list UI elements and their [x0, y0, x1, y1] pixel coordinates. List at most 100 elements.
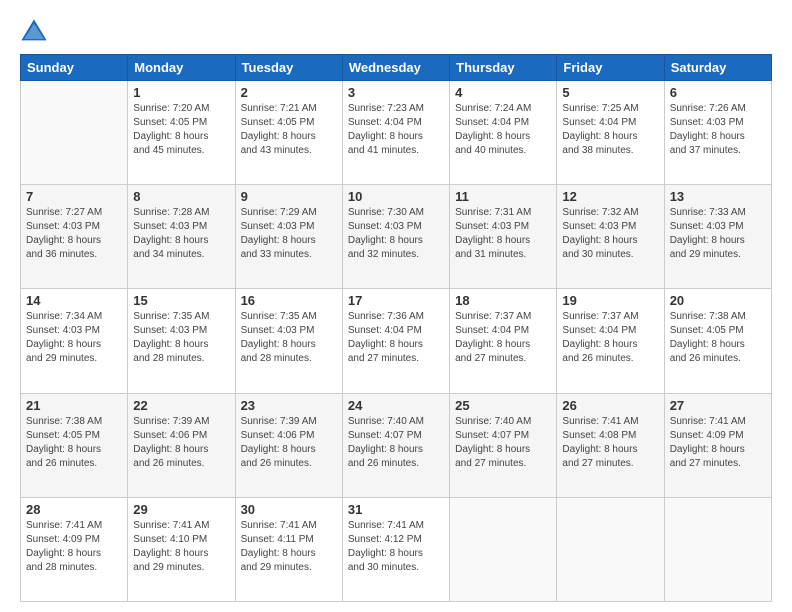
day-number: 29	[133, 502, 229, 517]
day-number: 4	[455, 85, 551, 100]
day-info: Sunrise: 7:34 AM Sunset: 4:03 PM Dayligh…	[26, 310, 122, 366]
day-number: 13	[670, 189, 766, 204]
day-number: 5	[562, 85, 658, 100]
calendar-week-1: 1 Sunrise: 7:20 AM Sunset: 4:05 PM Daylig…	[21, 81, 772, 185]
weekday-thursday: Thursday	[450, 55, 557, 81]
table-row: 26 Sunrise: 7:41 AM Sunset: 4:08 PM Dayli…	[557, 393, 664, 497]
weekday-sunday: Sunday	[21, 55, 128, 81]
day-info: Sunrise: 7:41 AM Sunset: 4:12 PM Dayligh…	[348, 519, 444, 575]
day-info: Sunrise: 7:25 AM Sunset: 4:04 PM Dayligh…	[562, 102, 658, 158]
table-row: 13 Sunrise: 7:33 AM Sunset: 4:03 PM Dayli…	[664, 185, 771, 289]
weekday-monday: Monday	[128, 55, 235, 81]
table-row	[557, 497, 664, 601]
day-number: 17	[348, 293, 444, 308]
table-row: 10 Sunrise: 7:30 AM Sunset: 4:03 PM Dayli…	[342, 185, 449, 289]
table-row: 2Sunrise: 7:21 AM Sunset: 4:05 PM Daylig…	[235, 81, 342, 185]
table-row	[664, 497, 771, 601]
table-row: 1 Sunrise: 7:20 AM Sunset: 4:05 PM Daylig…	[128, 81, 235, 185]
table-row: 15 Sunrise: 7:35 AM Sunset: 4:03 PM Dayli…	[128, 289, 235, 393]
day-number: 30	[241, 502, 337, 517]
day-number: 3	[348, 85, 444, 100]
table-row: 24 Sunrise: 7:40 AM Sunset: 4:07 PM Dayli…	[342, 393, 449, 497]
table-row: 3 Sunrise: 7:23 AM Sunset: 4:04 PM Daylig…	[342, 81, 449, 185]
day-info: Sunrise: 7:41 AM Sunset: 4:09 PM Dayligh…	[26, 519, 122, 575]
day-info: Sunrise: 7:37 AM Sunset: 4:04 PM Dayligh…	[562, 310, 658, 366]
day-info: Sunrise: 7:21 AM Sunset: 4:05 PM Dayligh…	[241, 102, 337, 158]
day-info: Sunrise: 7:40 AM Sunset: 4:07 PM Dayligh…	[455, 415, 551, 471]
table-row	[450, 497, 557, 601]
calendar-table: SundayMondayTuesdayWednesdayThursdayFrid…	[20, 54, 772, 602]
weekday-header-row: SundayMondayTuesdayWednesdayThursdayFrid…	[21, 55, 772, 81]
day-info: Sunrise: 7:33 AM Sunset: 4:03 PM Dayligh…	[670, 206, 766, 262]
weekday-friday: Friday	[557, 55, 664, 81]
day-info: Sunrise: 7:41 AM Sunset: 4:08 PM Dayligh…	[562, 415, 658, 471]
day-number: 26	[562, 398, 658, 413]
day-number: 1	[133, 85, 229, 100]
day-info: Sunrise: 7:39 AM Sunset: 4:06 PM Dayligh…	[133, 415, 229, 471]
day-number: 25	[455, 398, 551, 413]
day-number: 16	[241, 293, 337, 308]
day-info: Sunrise: 7:35 AM Sunset: 4:03 PM Dayligh…	[241, 310, 337, 366]
day-info: Sunrise: 7:36 AM Sunset: 4:04 PM Dayligh…	[348, 310, 444, 366]
day-number: 22	[133, 398, 229, 413]
table-row: 29Sunrise: 7:41 AM Sunset: 4:10 PM Dayli…	[128, 497, 235, 601]
day-info: Sunrise: 7:28 AM Sunset: 4:03 PM Dayligh…	[133, 206, 229, 262]
day-info: Sunrise: 7:20 AM Sunset: 4:05 PM Dayligh…	[133, 102, 229, 158]
day-info: Sunrise: 7:41 AM Sunset: 4:09 PM Dayligh…	[670, 415, 766, 471]
weekday-tuesday: Tuesday	[235, 55, 342, 81]
calendar-week-4: 21Sunrise: 7:38 AM Sunset: 4:05 PM Dayli…	[21, 393, 772, 497]
table-row: 27 Sunrise: 7:41 AM Sunset: 4:09 PM Dayli…	[664, 393, 771, 497]
day-number: 10	[348, 189, 444, 204]
logo	[20, 18, 52, 46]
logo-icon	[20, 18, 48, 46]
day-info: Sunrise: 7:40 AM Sunset: 4:07 PM Dayligh…	[348, 415, 444, 471]
day-info: Sunrise: 7:38 AM Sunset: 4:05 PM Dayligh…	[26, 415, 122, 471]
day-info: Sunrise: 7:32 AM Sunset: 4:03 PM Dayligh…	[562, 206, 658, 262]
day-number: 9	[241, 189, 337, 204]
table-row: 4 Sunrise: 7:24 AM Sunset: 4:04 PM Daylig…	[450, 81, 557, 185]
table-row: 6 Sunrise: 7:26 AM Sunset: 4:03 PM Daylig…	[664, 81, 771, 185]
day-number: 11	[455, 189, 551, 204]
day-number: 6	[670, 85, 766, 100]
day-info: Sunrise: 7:31 AM Sunset: 4:03 PM Dayligh…	[455, 206, 551, 262]
day-info: Sunrise: 7:30 AM Sunset: 4:03 PM Dayligh…	[348, 206, 444, 262]
day-number: 19	[562, 293, 658, 308]
table-row: 11 Sunrise: 7:31 AM Sunset: 4:03 PM Dayli…	[450, 185, 557, 289]
table-row: 7 Sunrise: 7:27 AM Sunset: 4:03 PM Daylig…	[21, 185, 128, 289]
table-row: 18 Sunrise: 7:37 AM Sunset: 4:04 PM Dayli…	[450, 289, 557, 393]
calendar-week-3: 14 Sunrise: 7:34 AM Sunset: 4:03 PM Dayli…	[21, 289, 772, 393]
table-row: 21Sunrise: 7:38 AM Sunset: 4:05 PM Dayli…	[21, 393, 128, 497]
calendar-week-2: 7 Sunrise: 7:27 AM Sunset: 4:03 PM Daylig…	[21, 185, 772, 289]
day-info: Sunrise: 7:39 AM Sunset: 4:06 PM Dayligh…	[241, 415, 337, 471]
weekday-saturday: Saturday	[664, 55, 771, 81]
page: SundayMondayTuesdayWednesdayThursdayFrid…	[0, 0, 792, 612]
day-number: 15	[133, 293, 229, 308]
day-number: 14	[26, 293, 122, 308]
table-row	[21, 81, 128, 185]
table-row: 14 Sunrise: 7:34 AM Sunset: 4:03 PM Dayli…	[21, 289, 128, 393]
day-info: Sunrise: 7:27 AM Sunset: 4:03 PM Dayligh…	[26, 206, 122, 262]
table-row: 17 Sunrise: 7:36 AM Sunset: 4:04 PM Dayli…	[342, 289, 449, 393]
day-number: 24	[348, 398, 444, 413]
day-number: 18	[455, 293, 551, 308]
weekday-wednesday: Wednesday	[342, 55, 449, 81]
table-row: 23Sunrise: 7:39 AM Sunset: 4:06 PM Dayli…	[235, 393, 342, 497]
day-info: Sunrise: 7:37 AM Sunset: 4:04 PM Dayligh…	[455, 310, 551, 366]
table-row: 16 Sunrise: 7:35 AM Sunset: 4:03 PM Dayli…	[235, 289, 342, 393]
day-info: Sunrise: 7:35 AM Sunset: 4:03 PM Dayligh…	[133, 310, 229, 366]
day-info: Sunrise: 7:24 AM Sunset: 4:04 PM Dayligh…	[455, 102, 551, 158]
table-row: 30Sunrise: 7:41 AM Sunset: 4:11 PM Dayli…	[235, 497, 342, 601]
table-row: 9Sunrise: 7:29 AM Sunset: 4:03 PM Daylig…	[235, 185, 342, 289]
table-row: 31Sunrise: 7:41 AM Sunset: 4:12 PM Dayli…	[342, 497, 449, 601]
day-number: 20	[670, 293, 766, 308]
table-row: 12 Sunrise: 7:32 AM Sunset: 4:03 PM Dayli…	[557, 185, 664, 289]
day-info: Sunrise: 7:26 AM Sunset: 4:03 PM Dayligh…	[670, 102, 766, 158]
table-row: 8Sunrise: 7:28 AM Sunset: 4:03 PM Daylig…	[128, 185, 235, 289]
day-number: 12	[562, 189, 658, 204]
day-number: 7	[26, 189, 122, 204]
header	[20, 18, 772, 46]
table-row: 19 Sunrise: 7:37 AM Sunset: 4:04 PM Dayli…	[557, 289, 664, 393]
day-number: 27	[670, 398, 766, 413]
table-row: 28Sunrise: 7:41 AM Sunset: 4:09 PM Dayli…	[21, 497, 128, 601]
day-info: Sunrise: 7:23 AM Sunset: 4:04 PM Dayligh…	[348, 102, 444, 158]
